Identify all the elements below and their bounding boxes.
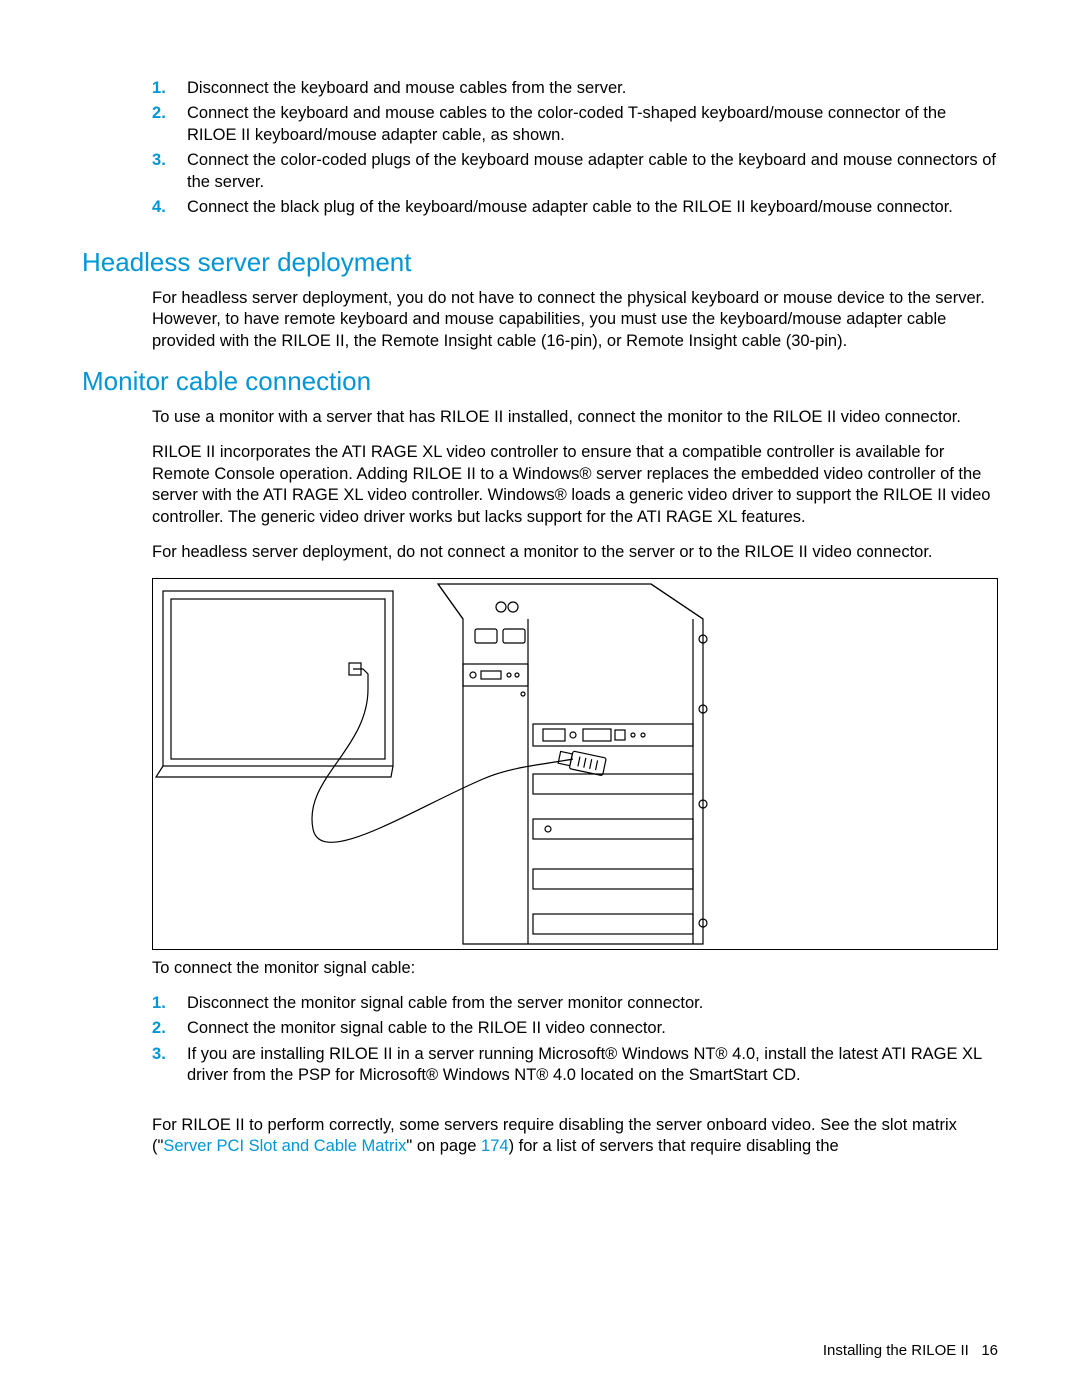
monitor-p3: For headless server deployment, do not c…: [152, 542, 998, 563]
heading-monitor: Monitor cable connection: [82, 366, 998, 397]
step-item: If you are installing RILOE II in a serv…: [152, 1044, 998, 1087]
step-item: Connect the keyboard and mouse cables to…: [152, 103, 998, 146]
monitor-cable-diagram: [152, 578, 998, 950]
footer-text: Installing the RILOE II: [823, 1342, 969, 1359]
headless-body: For headless server deployment, you do n…: [152, 288, 998, 352]
step-item: Disconnect the monitor signal cable from…: [152, 993, 998, 1014]
cross-ref-link[interactable]: Server PCI Slot and Cable Matrix: [163, 1137, 406, 1155]
step-item: Connect the monitor signal cable to the …: [152, 1018, 998, 1039]
monitor-p5: For RILOE II to perform correctly, some …: [152, 1115, 998, 1158]
monitor-p4: To connect the monitor signal cable:: [152, 958, 998, 979]
step-item: Connect the color-coded plugs of the key…: [152, 150, 998, 193]
monitor-p2: RILOE II incorporates the ATI RAGE XL vi…: [152, 442, 998, 528]
step-item: Disconnect the keyboard and mouse cables…: [152, 78, 998, 99]
footer-page-number: 16: [981, 1342, 998, 1359]
heading-headless: Headless server deployment: [82, 247, 998, 278]
step-item: Connect the black plug of the keyboard/m…: [152, 197, 998, 218]
page-footer: Installing the RILOE II 16: [823, 1342, 998, 1359]
keyboard-mouse-steps: Disconnect the keyboard and mouse cables…: [152, 78, 998, 219]
monitor-steps: Disconnect the monitor signal cable from…: [152, 993, 998, 1087]
xref-post: ) for a list of servers that require dis…: [509, 1137, 839, 1155]
xref-mid: " on page: [406, 1137, 481, 1155]
page-content: Disconnect the keyboard and mouse cables…: [82, 78, 998, 1158]
cross-ref-page[interactable]: 174: [481, 1137, 509, 1155]
monitor-p1: To use a monitor with a server that has …: [152, 407, 998, 428]
